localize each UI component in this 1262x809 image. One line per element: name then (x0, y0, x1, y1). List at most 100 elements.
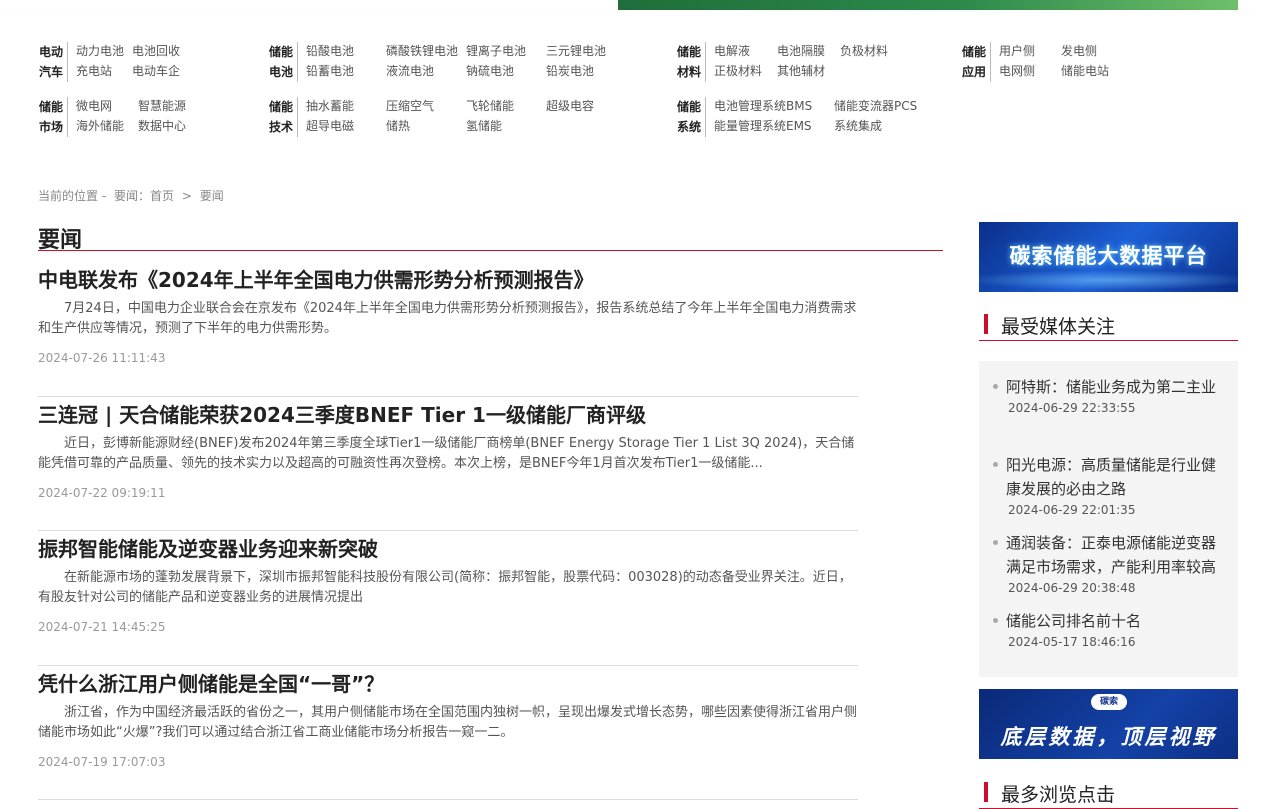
list-item: 阳光电源：高质量储能是行业健康发展的必由之路 2024-06-29 22:01:… (993, 453, 1225, 517)
nav-category-line: 汽车 (38, 65, 63, 79)
nav-category-line: 市场 (38, 120, 63, 134)
nav-link[interactable]: 钠硫电池 (466, 61, 546, 81)
list-item-date: 2024-05-17 18:46:16 (1008, 635, 1136, 649)
big-data-platform-banner[interactable]: 碳索储能大数据平台 (979, 222, 1238, 292)
nav-link[interactable]: 铅蓄电池 (306, 61, 386, 81)
nav-link[interactable]: 用户侧 (999, 41, 1061, 61)
nav-row: 铅酸电池 磷酸铁锂电池 锂离子电池 三元锂电池 (306, 41, 626, 61)
nav-link[interactable]: 氢储能 (466, 116, 546, 136)
breadcrumb-current[interactable]: 要闻 (200, 189, 224, 203)
media-attention-title: 最受媒体关注 (1001, 316, 1116, 338)
news-date: 2024-07-21 14:45:25 (38, 620, 166, 634)
nav-link[interactable]: 储能电站 (1061, 61, 1123, 81)
nav-category-line: 系统 (676, 120, 701, 134)
nav-link[interactable]: 超级电容 (546, 96, 626, 116)
nav-link[interactable]: 微电网 (76, 96, 138, 116)
banner-logo: 碳索 (1091, 694, 1127, 710)
nav-row: 超导电磁 储热 氢储能 (306, 116, 626, 136)
breadcrumb-home-link[interactable]: 要闻：首页 (114, 189, 174, 203)
news-title-link[interactable]: 凭什么浙江用户侧储能是全国“一哥”？ (38, 666, 858, 701)
nav-link[interactable]: 铅炭电池 (546, 61, 626, 81)
nav-row: 用户侧 发电侧 (999, 41, 1123, 61)
nav-link[interactable]: 超导电磁 (306, 116, 386, 136)
nav-link[interactable]: 智慧能源 (138, 96, 200, 116)
nav-link[interactable]: 液流电池 (386, 61, 466, 81)
news-date: 2024-07-26 11:11:43 (38, 351, 166, 365)
nav-link[interactable]: 飞轮储能 (466, 96, 546, 116)
nav-links: 动力电池 电池回收 充电站 电动车企 (68, 41, 188, 82)
nav-link[interactable]: 电池管理系统BMS (714, 96, 834, 116)
nav-link[interactable]: 海外储能 (76, 116, 138, 136)
nav-group: 储能 技术 抽水蓄能 压缩空气 飞轮储能 超级电容 超导电磁 储热 氢储能 (268, 96, 626, 137)
list-item-title-link[interactable]: 阿特斯：储能业务成为第二主业 (1006, 375, 1225, 399)
bullet-icon (993, 462, 998, 467)
list-item-title-link[interactable]: 通润装备：正泰电源储能逆变器满足市场需求，产能利用率较高 (1006, 531, 1225, 579)
nav-link[interactable]: 电池回收 (132, 41, 188, 61)
nav-link[interactable]: 系统集成 (834, 116, 954, 136)
nav-link[interactable]: 三元锂电池 (546, 41, 626, 61)
category-nav: 电动 汽车 动力电池 电池回收 充电站 电动车企 储能 电池 铅酸电池 磷酸铁锂电池 锂离子电池 三元… (0, 10, 1262, 166)
breadcrumb-separator: > (181, 189, 192, 203)
breadcrumb-prefix: 当前的位置 - (38, 189, 107, 203)
nav-link[interactable]: 储能变流器PCS (834, 96, 954, 116)
list-item: 储能公司排名前十名 2024-05-17 18:46:16 (993, 609, 1225, 649)
news-title-link[interactable]: 三连冠 | 天合储能荣获2024三季度BNEF Tier 1一级储能厂商评级 (38, 397, 858, 432)
news-summary: 7月24日，中国电力企业联合会在京发布《2024年上半年全国电力供需形势分析预测… (38, 301, 857, 336)
nav-link[interactable]: 电网侧 (999, 61, 1061, 81)
nav-category-line: 电动 (38, 45, 63, 59)
news-summary: 近日，彭博新能源财经(BNEF)发布2024年第三季度全球Tier1一级储能厂商… (38, 435, 855, 471)
nav-row: 微电网 智慧能源 (76, 96, 200, 116)
nav-category-label: 储能 系统 (676, 97, 706, 137)
nav-group: 储能 材料 电解液 电池隔膜 负极材料正极材料 其他辅材 (676, 41, 903, 82)
nav-link[interactable]: 数据中心 (138, 116, 200, 136)
nav-category-label: 储能 市场 (38, 97, 68, 137)
nav-link[interactable]: 电池隔膜 (777, 41, 840, 61)
nav-link[interactable]: 锂离子电池 (466, 41, 546, 61)
nav-link[interactable]: 铅酸电池 (306, 41, 386, 61)
nav-link[interactable]: 正极材料 (714, 61, 777, 81)
news-item: 三连冠 | 天合储能荣获2024三季度BNEF Tier 1一级储能厂商评级 近… (38, 397, 858, 531)
nav-category-label: 储能 应用 (961, 42, 991, 82)
nav-link[interactable]: 电动车企 (132, 61, 188, 81)
nav-link[interactable]: 能量管理系统EMS (714, 116, 834, 136)
nav-category-line: 储能 (268, 45, 293, 59)
news-title-link[interactable]: 振邦智能储能及逆变器业务迎来新突破 (38, 531, 858, 566)
nav-group: 储能 电池 铅酸电池 磷酸铁锂电池 锂离子电池 三元锂电池 铅蓄电池 液流电池 钠硫电池 铅炭电池 (268, 41, 626, 82)
nav-category-label: 电动 汽车 (38, 42, 68, 82)
nav-link[interactable]: 其他辅材 (777, 61, 840, 81)
nav-group: 储能市场 微电网 智慧能源 海外储能 数据中心 (38, 96, 200, 137)
list-item-title-link[interactable]: 储能公司排名前十名 (1006, 609, 1225, 633)
news-summary: 浙江省，作为中国经济最活跃的省份之一，其用户侧储能市场在全国范围内独树一帜，呈现… (38, 704, 858, 740)
nav-row: 动力电池 电池回收 (76, 41, 188, 61)
list-item-date: 2024-06-29 22:33:55 (1008, 401, 1136, 415)
nav-link[interactable]: 负极材料 (840, 41, 903, 61)
bullet-icon (993, 384, 998, 389)
news-date: 2024-07-19 17:07:03 (38, 754, 166, 769)
nav-category-line: 储能 (38, 100, 63, 114)
nav-category-line: 材料 (676, 65, 701, 79)
nav-row: 电池管理系统BMS 储能变流器PCS (714, 96, 954, 116)
nav-link[interactable]: 充电站 (76, 61, 132, 81)
nav-link[interactable]: 抽水蓄能 (306, 96, 386, 116)
nav-group: 储能 应用 用户侧 发电侧 电网侧 储能电站 (961, 41, 1123, 82)
nav-link[interactable]: 压缩空气 (386, 96, 466, 116)
news-list: 中电联发布《2024年上半年全国电力供需形势分析预测报告》 7月24日，中国电力… (38, 262, 858, 800)
list-item-date: 2024-06-29 20:38:48 (1008, 581, 1136, 595)
nav-category-label: 储能 材料 (676, 42, 706, 82)
news-item: 中电联发布《2024年上半年全国电力供需形势分析预测报告》 7月24日，中国电力… (38, 262, 858, 397)
nav-link[interactable]: 发电侧 (1061, 41, 1123, 61)
nav-link[interactable]: 电解液 (714, 41, 777, 61)
news-date: 2024-07-22 09:19:11 (38, 485, 166, 500)
banner-text: 底层数据，顶层视野 (1000, 725, 1217, 749)
nav-link[interactable]: 磷酸铁锂电池 (386, 41, 466, 61)
top-banner-strip[interactable] (618, 0, 1238, 10)
list-item-title-link[interactable]: 阳光电源：高质量储能是行业健康发展的必由之路 (1006, 453, 1225, 501)
news-title-link[interactable]: 中电联发布《2024年上半年全国电力供需形势分析预测报告》 (38, 262, 858, 297)
banner-text: 碳索储能大数据平台 (1009, 244, 1208, 268)
nav-links: 铅酸电池 磷酸铁锂电池 锂离子电池 三元锂电池 铅蓄电池 液流电池 钠硫电池 铅炭电池 (298, 41, 626, 82)
nav-link[interactable]: 储热 (386, 116, 466, 136)
nav-link[interactable]: 动力电池 (76, 41, 132, 61)
news-summary: 在新能源市场的蓬勃发展背景下，深圳市振邦智能科技股份有限公司(简称：振邦智能，股… (38, 570, 852, 605)
nav-row: 充电站 电动车企 (76, 61, 188, 81)
data-vision-banner[interactable]: 碳索 底层数据，顶层视野 (979, 689, 1238, 759)
